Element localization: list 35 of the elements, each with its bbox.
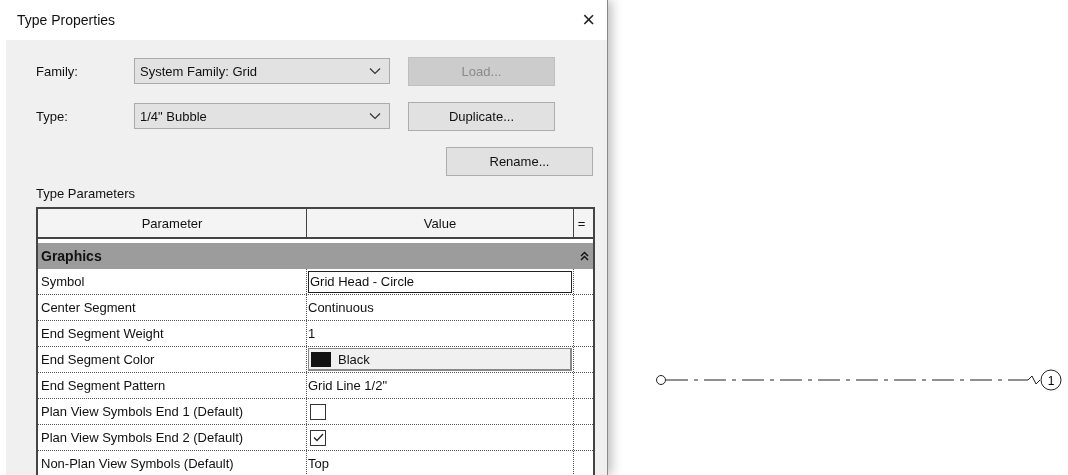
collapse-icon[interactable]: [580, 251, 589, 261]
grid-bubble: [1040, 369, 1062, 391]
parameter-cell: End Segment Pattern: [38, 373, 307, 398]
column-header: Parameter: [38, 209, 307, 237]
group-header[interactable]: Graphics: [38, 243, 593, 269]
section-label: Type Parameters: [36, 186, 136, 201]
close-button[interactable]: ×: [576, 7, 601, 33]
value-cell: Continuous: [308, 300, 374, 315]
parameter-cell: Non-Plan View Symbols (Default): [38, 451, 307, 475]
color-button[interactable]: Black: [308, 348, 572, 371]
window-title: Type Properties: [17, 12, 116, 28]
chevron-down-icon: [369, 112, 381, 120]
value-cell: Grid Line 1/2": [308, 378, 388, 393]
parameter-cell: Plan View Symbols End 1 (Default): [38, 399, 307, 424]
parameter-cell: End Segment Color: [38, 347, 307, 372]
value-cell: Top: [308, 456, 329, 471]
checkbox[interactable]: [310, 429, 326, 446]
grid-end-circle: [656, 375, 666, 385]
checkbox[interactable]: [310, 403, 326, 420]
parameter-cell: Symbol: [38, 269, 307, 294]
field-label: Family:: [36, 63, 79, 79]
parameter-cell: Plan View Symbols End 2 (Default): [38, 425, 307, 450]
field-label: Type:: [36, 108, 69, 124]
parameter-cell: Center Segment: [38, 295, 307, 320]
value-cell: 1: [308, 326, 316, 341]
chevron-down-icon: [369, 67, 381, 75]
dialog-button[interactable]: Duplicate...: [408, 101, 555, 131]
dropdown[interactable]: System Family: Grid: [134, 58, 390, 84]
parameter-cell: End Segment Weight: [38, 321, 307, 346]
value-input[interactable]: Grid Head - Circle: [308, 270, 572, 293]
column-header: Value: [307, 209, 574, 237]
dropdown[interactable]: 1/4" Bubble: [134, 103, 390, 129]
grid-label: 1: [1047, 373, 1055, 388]
column-header[interactable]: =: [574, 209, 589, 237]
rename-button[interactable]: Rename...: [446, 146, 593, 176]
